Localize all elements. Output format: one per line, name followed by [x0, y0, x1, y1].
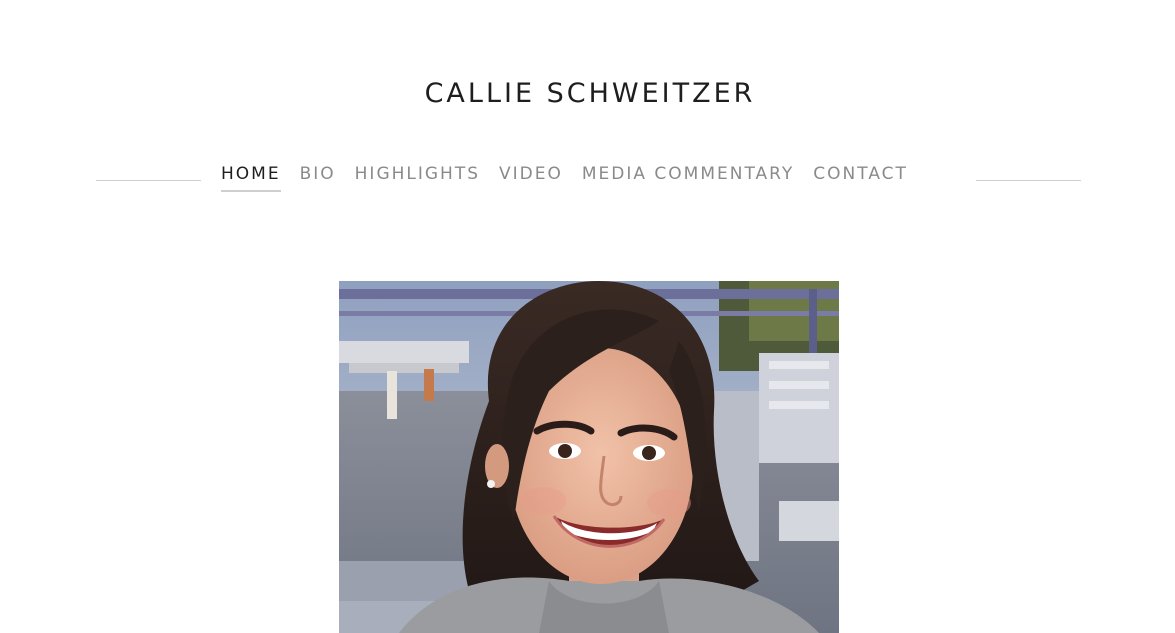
nav-item-home[interactable]: HOME [221, 164, 281, 192]
nav-item-bio[interactable]: BIO [300, 164, 336, 192]
page: CALLIE SCHWEITZER HOME BIO HIGHLIGHTS VI… [0, 0, 1175, 633]
nav-item-video[interactable]: VIDEO [499, 164, 563, 192]
nav-divider-right [976, 180, 1081, 181]
site-title[interactable]: CALLIE SCHWEITZER [0, 78, 1175, 109]
main-nav: HOME BIO HIGHLIGHTS VIDEO MEDIA COMMENTA… [221, 164, 908, 192]
nav-item-contact[interactable]: CONTACT [813, 164, 908, 192]
portrait-photo [339, 281, 839, 633]
nav-divider-left [96, 180, 201, 181]
nav-item-highlights[interactable]: HIGHLIGHTS [355, 164, 480, 192]
nav-item-media-commentary[interactable]: MEDIA COMMENTARY [582, 164, 794, 192]
